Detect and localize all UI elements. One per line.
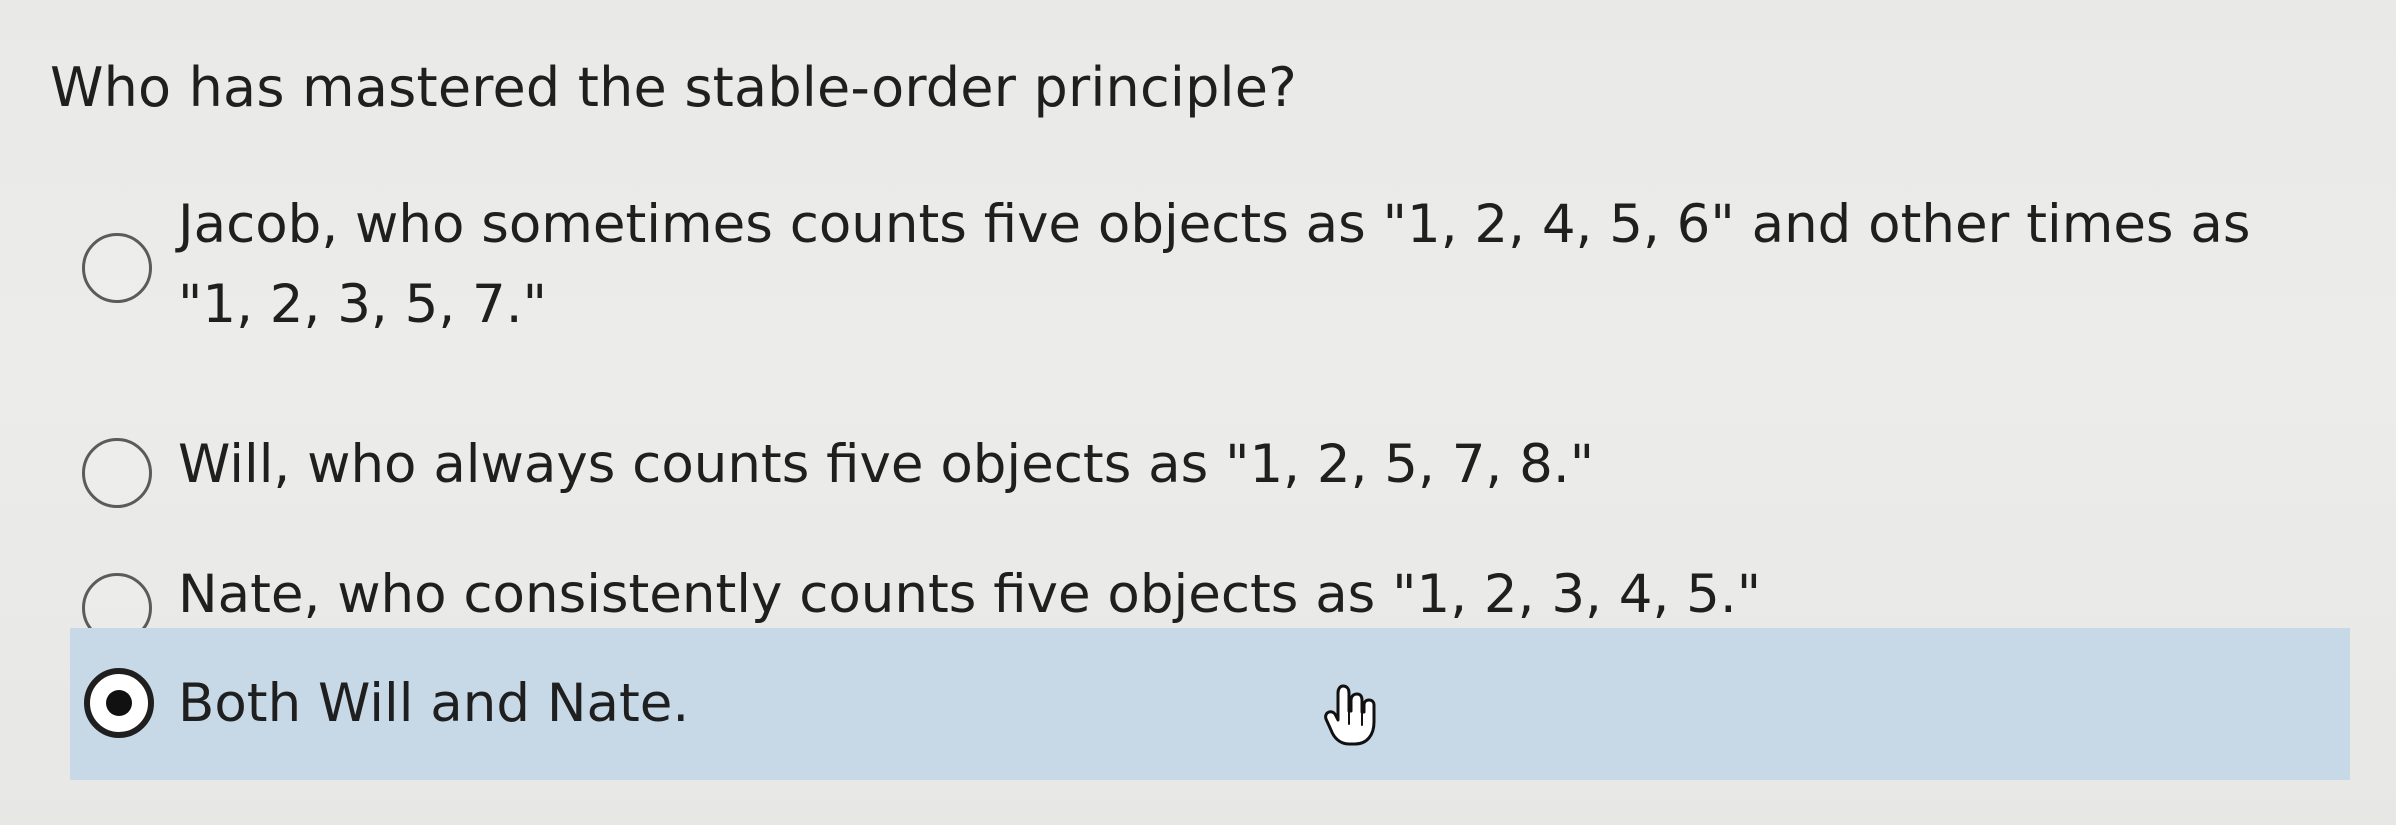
radio-button-will[interactable] bbox=[82, 438, 152, 508]
pointer-hand-icon bbox=[1324, 684, 1376, 746]
answer-label-will: Will, who always counts five objects as … bbox=[178, 434, 1595, 495]
question-text: Who has mastered the stable-order princi… bbox=[50, 56, 1298, 119]
radio-button-both-will-and-nate[interactable] bbox=[84, 668, 154, 738]
answer-option-both-will-and-nate[interactable]: Both Will and Nate. bbox=[70, 628, 2350, 780]
answer-label-jacob-line-2: "1, 2, 3, 5, 7." bbox=[178, 274, 547, 335]
answer-label-both-will-and-nate: Both Will and Nate. bbox=[178, 673, 690, 734]
radio-selected-dot bbox=[106, 690, 132, 716]
answer-label-nate: Nate, who consistently counts five objec… bbox=[178, 564, 1762, 625]
answer-label-jacob-line-1: Jacob, who sometimes counts five objects… bbox=[178, 194, 2251, 255]
answer-option-jacob[interactable]: Jacob, who sometimes counts five objects… bbox=[70, 185, 2350, 365]
answer-label-jacob: Jacob, who sometimes counts five objects… bbox=[178, 185, 2251, 345]
radio-button-jacob[interactable] bbox=[82, 233, 152, 303]
answer-option-will[interactable]: Will, who always counts five objects as … bbox=[70, 425, 2350, 515]
